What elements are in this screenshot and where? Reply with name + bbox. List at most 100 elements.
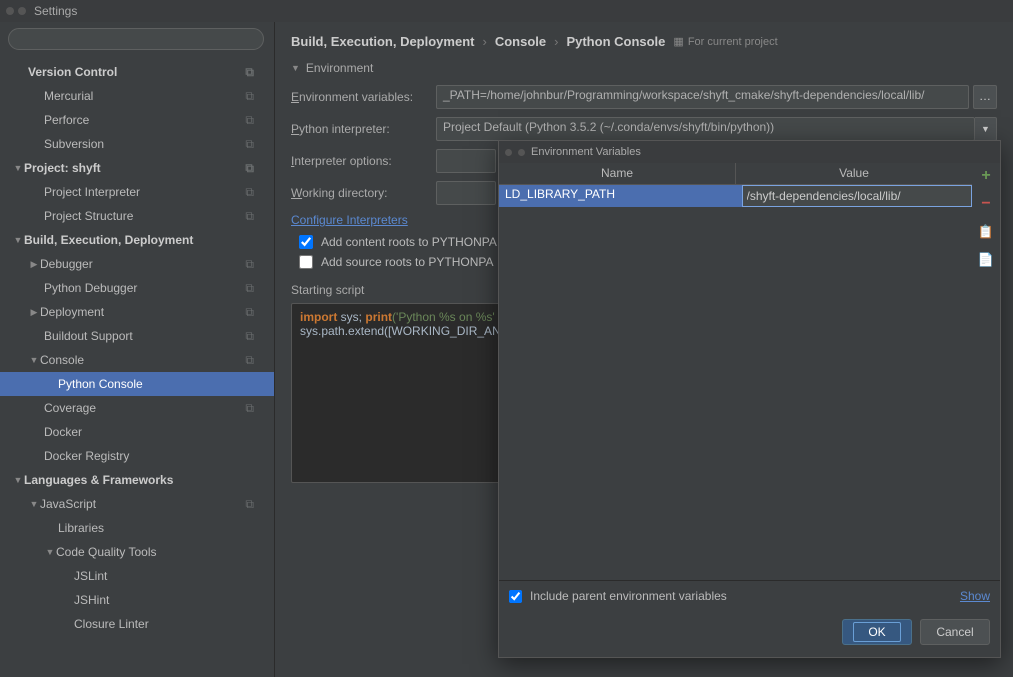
copy-icon: ⧉ [245, 161, 254, 176]
sidebar-item[interactable]: ▼ Project: shyft⧉ [0, 156, 274, 180]
copy-icon: ⧉ [245, 281, 254, 296]
chevron-icon: ▼ [12, 163, 24, 173]
copy-icon: ⧉ [245, 257, 254, 272]
env-var-input[interactable]: _PATH=/home/johnbur/Programming/workspac… [436, 85, 969, 109]
table-header: Name Value [499, 163, 972, 185]
sidebar-item-label: Python Debugger [44, 281, 137, 295]
add-source-roots-checkbox[interactable] [299, 255, 313, 269]
add-content-roots-label: Add content roots to PYTHONPA [321, 235, 497, 249]
sidebar-item-label: Debugger [40, 257, 93, 271]
copy-icon: ⧉ [245, 305, 254, 320]
copy-icon: ⧉ [245, 209, 254, 224]
sidebar-item[interactable]: Subversion⧉ [0, 132, 274, 156]
sidebar-item[interactable]: Coverage⧉ [0, 396, 274, 420]
workdir-input[interactable] [436, 181, 496, 205]
sidebar-item[interactable]: ▼ Console⧉ [0, 348, 274, 372]
options-input[interactable] [436, 149, 496, 173]
env-section-header[interactable]: ▼ Environment [291, 61, 997, 75]
chevron-icon: ▼ [28, 499, 40, 509]
col-name[interactable]: Name [499, 163, 736, 184]
env-section-label: Environment [306, 61, 373, 75]
table-toolbar: + − 📋 📄 [972, 163, 1000, 580]
interpreter-select[interactable]: Project Default (Python 3.5.2 (~/.conda/… [436, 117, 975, 141]
add-source-roots-label: Add source roots to PYTHONPA [321, 255, 494, 269]
sidebar-item[interactable]: Perforce⧉ [0, 108, 274, 132]
sidebar-item[interactable]: Mercurial⧉ [0, 84, 274, 108]
window-controls [6, 7, 26, 15]
interpreter-dropdown-button[interactable]: ▼ [975, 117, 997, 141]
sidebar-item[interactable]: ▼ JavaScript⧉ [0, 492, 274, 516]
sidebar-item[interactable]: Libraries [0, 516, 274, 540]
dialog-min-dot[interactable] [518, 149, 525, 156]
script-kw: print [365, 310, 392, 324]
sidebar-item-label: Docker Registry [44, 449, 129, 463]
add-content-roots-checkbox[interactable] [299, 235, 313, 249]
sidebar-item-label: Mercurial [44, 89, 93, 103]
table-row[interactable]: LD_LIBRARY_PATH [499, 185, 972, 207]
interpreter-row: Python interpreter: Project Default (Pyt… [291, 117, 997, 141]
show-link[interactable]: Show [960, 589, 990, 603]
breadcrumb-item[interactable]: Python Console [566, 34, 665, 49]
col-value[interactable]: Value [736, 163, 972, 184]
breadcrumb-item[interactable]: Build, Execution, Deployment [291, 34, 474, 49]
sidebar-item[interactable]: JSLint [0, 564, 274, 588]
sidebar-item-label: Buildout Support [44, 329, 133, 343]
copy-icon: ⧉ [245, 65, 254, 80]
chevron-down-icon: ▼ [291, 63, 300, 73]
cancel-button[interactable]: Cancel [920, 619, 990, 645]
cell-value[interactable] [742, 185, 973, 207]
chevron-icon: ▼ [12, 235, 24, 245]
sidebar-item[interactable]: ▶ Debugger⧉ [0, 252, 274, 276]
sidebar-item[interactable]: ▼ Code Quality Tools [0, 540, 274, 564]
sidebar-item-label: Perforce [44, 113, 89, 127]
sidebar-item[interactable]: ▼ Languages & Frameworks [0, 468, 274, 492]
sidebar-item[interactable]: Docker Registry [0, 444, 274, 468]
env-var-label: Environment variables: [291, 90, 436, 104]
env-vars-dialog: Environment Variables Name Value LD_LIBR… [498, 140, 1001, 658]
table-body[interactable]: LD_LIBRARY_PATH [499, 185, 972, 580]
search-input[interactable] [8, 28, 264, 50]
sidebar-item[interactable]: Docker [0, 420, 274, 444]
cell-value-input[interactable] [742, 185, 973, 207]
script-text: sys; [337, 310, 365, 324]
paste-button[interactable]: 📄 [977, 251, 995, 269]
close-dot[interactable] [6, 7, 14, 15]
configure-interpreters-link[interactable]: Configure Interpreters [291, 213, 408, 227]
sidebar-item[interactable]: Buildout Support⧉ [0, 324, 274, 348]
copy-button[interactable]: 📋 [977, 223, 995, 241]
cell-name[interactable]: LD_LIBRARY_PATH [499, 185, 742, 207]
sidebar-item-label: Subversion [44, 137, 104, 151]
window-title: Settings [34, 4, 77, 18]
interpreter-label: Python interpreter: [291, 122, 436, 136]
breadcrumb: Build, Execution, Deployment › Console ›… [291, 34, 997, 49]
sidebar-item-label: JSLint [74, 569, 107, 583]
sidebar-item[interactable]: Python Console [0, 372, 274, 396]
workdir-label: Working directory: [291, 186, 436, 200]
sidebar-item-label: Build, Execution, Deployment [24, 233, 193, 247]
dialog-buttons: OK Cancel [499, 611, 1000, 657]
breadcrumb-item[interactable]: Console [495, 34, 546, 49]
add-button[interactable]: + [977, 167, 995, 185]
sidebar-item[interactable]: Closure Linter [0, 612, 274, 636]
search-wrap: 🔍 [0, 22, 274, 56]
sidebar-item[interactable]: Version Control⧉ [0, 60, 274, 84]
sidebar-item[interactable]: Project Structure⧉ [0, 204, 274, 228]
include-parent-checkbox[interactable] [509, 590, 522, 603]
settings-tree[interactable]: Version Control⧉Mercurial⧉Perforce⧉Subve… [0, 56, 274, 677]
project-icon: ▦ [673, 35, 683, 48]
sidebar-item[interactable]: Python Debugger ⧉ [0, 276, 274, 300]
sidebar-item-label: Python Console [58, 377, 143, 391]
sidebar-item[interactable]: ▶ Deployment⧉ [0, 300, 274, 324]
sidebar-item-label: JavaScript [40, 497, 96, 511]
remove-button[interactable]: − [977, 195, 995, 213]
sidebar-item[interactable]: ▼ Build, Execution, Deployment [0, 228, 274, 252]
dialog-close-dot[interactable] [505, 149, 512, 156]
chevron-icon: ▼ [44, 547, 56, 557]
sidebar-item[interactable]: Project Interpreter⧉ [0, 180, 274, 204]
sidebar-item[interactable]: JSHint [0, 588, 274, 612]
env-var-browse-button[interactable]: … [973, 85, 997, 109]
ok-button[interactable]: OK [842, 619, 912, 645]
sidebar-item-label: Docker [44, 425, 82, 439]
min-dot[interactable] [18, 7, 26, 15]
options-label: Interpreter options: [291, 154, 436, 168]
